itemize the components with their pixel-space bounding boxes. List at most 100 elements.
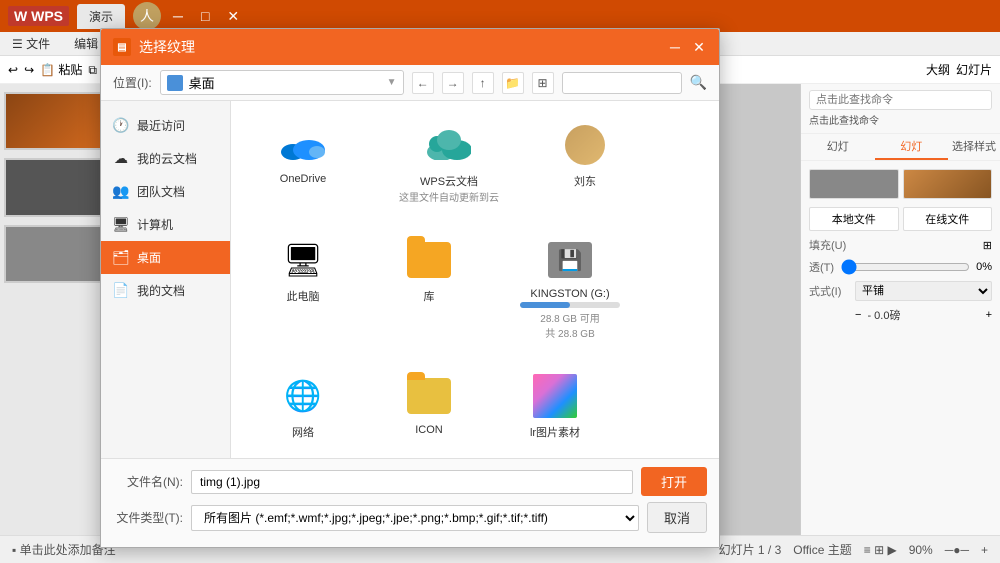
desktop-label: 桌面 xyxy=(137,249,161,266)
file-item-computer[interactable]: 🖥 此电脑 xyxy=(243,228,363,348)
style-row: 式式(I) 平铺 xyxy=(809,281,992,301)
select-style-btn[interactable]: 选择样式 xyxy=(948,134,1000,160)
style-select[interactable]: 平铺 xyxy=(855,281,992,301)
online-file-btn[interactable]: 在线文件 xyxy=(903,207,993,231)
redo-icon[interactable]: ↪ xyxy=(24,63,34,77)
view-icons: ≡ ⊞ ▶ xyxy=(864,543,897,557)
mycloud-label: 我的云文档 xyxy=(137,150,197,167)
sidebar-item-team[interactable]: 👥 团队文档 xyxy=(101,175,230,208)
note-icon: ▪ xyxy=(12,543,16,557)
lrpic-name: lr图片素材 xyxy=(530,424,580,440)
location-dropdown-icon[interactable]: ▼ xyxy=(387,77,397,88)
onedrive-name: OneDrive xyxy=(280,173,326,185)
filename-input[interactable] xyxy=(191,470,633,494)
plus-icon[interactable]: + xyxy=(986,309,992,321)
dialog-sidebar: 🕐 最近访问 ☁ 我的云文档 👥 团队文档 🖥 计算机 🗂 桌面 📄 我的 xyxy=(101,101,231,458)
tab-slide-props[interactable]: 幻灯 xyxy=(801,134,875,160)
file-item-library[interactable]: 库 xyxy=(379,228,479,348)
titlebar-controls: 人 ─ □ ✕ xyxy=(133,2,245,30)
zoom-in-icon[interactable]: + xyxy=(981,543,988,557)
liudong-name: 刘东 xyxy=(574,173,596,189)
hdd-shape: 💾 xyxy=(548,242,592,278)
minimize-button[interactable]: ─ xyxy=(167,6,189,26)
drive-icon: 💾 xyxy=(546,236,594,284)
transparent-slider[interactable] xyxy=(841,259,970,275)
new-folder-btn[interactable]: 📁 xyxy=(502,72,524,94)
computer-icon: 🖥 xyxy=(113,217,129,233)
sidebar-item-mycloud[interactable]: ☁ 我的云文档 xyxy=(101,142,230,175)
maximize-button[interactable]: □ xyxy=(195,6,215,26)
dialog-search-input[interactable] xyxy=(562,72,682,94)
filetype-row: 文件类型(T): 所有图片 (*.emf;*.wmf;*.jpg;*.jpeg;… xyxy=(113,502,707,533)
style-label: 式式(I) xyxy=(809,283,849,299)
style-tile-1[interactable] xyxy=(809,169,899,199)
computer-name: 此电脑 xyxy=(287,288,320,304)
file-item-icon[interactable]: ICON xyxy=(379,364,479,448)
person-icon xyxy=(561,121,609,169)
properties-panel: 点击此查找命令 幻灯 幻灯 选择样式 本地文件 在线文件 填充(U) xyxy=(800,84,1000,563)
presentation-tab[interactable]: 演示 xyxy=(77,4,125,29)
wpscloud-name: WPS云文档 xyxy=(420,173,478,189)
menu-edit[interactable]: 编辑 xyxy=(70,33,102,54)
slide-thumb-1[interactable] xyxy=(4,92,105,150)
clipboard-icon[interactable]: 📋 粘贴 xyxy=(40,61,82,78)
file-row-3: 🌐 网络 ICON lr图片素材 xyxy=(243,364,707,448)
file-item-onedrive[interactable]: OneDrive xyxy=(243,113,363,212)
minus-icon[interactable]: − xyxy=(855,309,861,321)
fill-icon[interactable]: ⊞ xyxy=(983,239,992,252)
zoom-slider-icon[interactable]: ─●─ xyxy=(945,543,969,557)
filetype-label: 文件类型(T): xyxy=(113,509,183,526)
search-hint: 点击此查找命令 xyxy=(809,112,992,127)
tab-slides[interactable]: 幻灯片 xyxy=(956,61,992,78)
theme-info: Office 主题 xyxy=(793,541,851,558)
slide-thumb-3[interactable] xyxy=(4,225,105,283)
file-item-kingston[interactable]: 💾 KINGSTON (G:) 28.8 GB 可用 共 28.8 GB xyxy=(495,228,645,348)
dialog-close-btn[interactable]: ✕ xyxy=(691,39,707,55)
dialog-minimize-btn[interactable]: ─ xyxy=(667,39,683,55)
command-search-input[interactable] xyxy=(809,90,992,110)
sidebar-item-desktop[interactable]: 🗂 桌面 xyxy=(101,241,230,274)
filetype-select[interactable]: 所有图片 (*.emf;*.wmf;*.jpg;*.jpeg;*.jpe;*.p… xyxy=(191,505,639,531)
dialog-content: OneDrive WPS云文档 这里文件自动更新到云 xyxy=(231,101,719,458)
mydocs-label: 我的文档 xyxy=(137,282,185,299)
file-item-liudong[interactable]: 刘东 xyxy=(535,113,635,212)
tab-outline[interactable]: 大纲 xyxy=(926,61,950,78)
dialog-title-icon: ▤ xyxy=(113,38,131,56)
undo-icon[interactable]: ↩ xyxy=(8,63,18,77)
drive-space-bar xyxy=(520,302,620,308)
file-item-lrpic[interactable]: lr图片素材 xyxy=(495,364,615,448)
nav-back-btn[interactable]: ← xyxy=(412,72,434,94)
team-label: 团队文档 xyxy=(137,183,185,200)
wpscloud-subtext: 这里文件自动更新到云 xyxy=(399,189,499,204)
wps-logo: W WPS xyxy=(8,6,69,26)
cancel-button[interactable]: 取消 xyxy=(647,502,707,533)
file-item-wpscloud[interactable]: WPS云文档 这里文件自动更新到云 xyxy=(379,113,519,212)
tab-slide-style[interactable]: 幻灯 xyxy=(875,134,949,160)
nav-up-btn[interactable]: ↑ xyxy=(472,72,494,94)
local-file-btn[interactable]: 本地文件 xyxy=(809,207,899,231)
open-button[interactable]: 打开 xyxy=(641,467,707,496)
dialog-title: 选择纹理 xyxy=(139,37,195,57)
view-toggle-btn[interactable]: ⊞ xyxy=(532,72,554,94)
menu-file[interactable]: ☰ 文件 xyxy=(8,33,54,54)
dialog-title-controls: ─ ✕ xyxy=(667,39,707,55)
sidebar-item-mydocs[interactable]: 📄 我的文档 xyxy=(101,274,230,307)
close-button[interactable]: ✕ xyxy=(221,6,245,27)
icon-name: ICON xyxy=(415,424,443,436)
network-file-icon: 🌐 xyxy=(279,372,327,420)
nav-forward-btn[interactable]: → xyxy=(442,72,464,94)
sidebar-item-recent[interactable]: 🕐 最近访问 xyxy=(101,109,230,142)
dialog-body: 🕐 最近访问 ☁ 我的云文档 👥 团队文档 🖥 计算机 🗂 桌面 📄 我的 xyxy=(101,101,719,458)
sidebar-item-computer[interactable]: 🖥 计算机 xyxy=(101,208,230,241)
icon-folder-icon xyxy=(405,372,453,420)
style-tile-2[interactable] xyxy=(903,169,993,199)
mycloud-icon: ☁ xyxy=(113,151,129,167)
transparent-label: 透(T) xyxy=(809,259,835,275)
file-row-1: OneDrive WPS云文档 这里文件自动更新到云 xyxy=(243,113,707,212)
fill-label: 填充(U) xyxy=(809,237,849,253)
kingston-name: KINGSTON (G:) xyxy=(530,288,609,300)
network-name: 网络 xyxy=(292,424,314,440)
mydocs-icon: 📄 xyxy=(113,283,129,299)
slide-thumb-2[interactable] xyxy=(4,158,105,216)
file-item-network[interactable]: 🌐 网络 xyxy=(243,364,363,448)
